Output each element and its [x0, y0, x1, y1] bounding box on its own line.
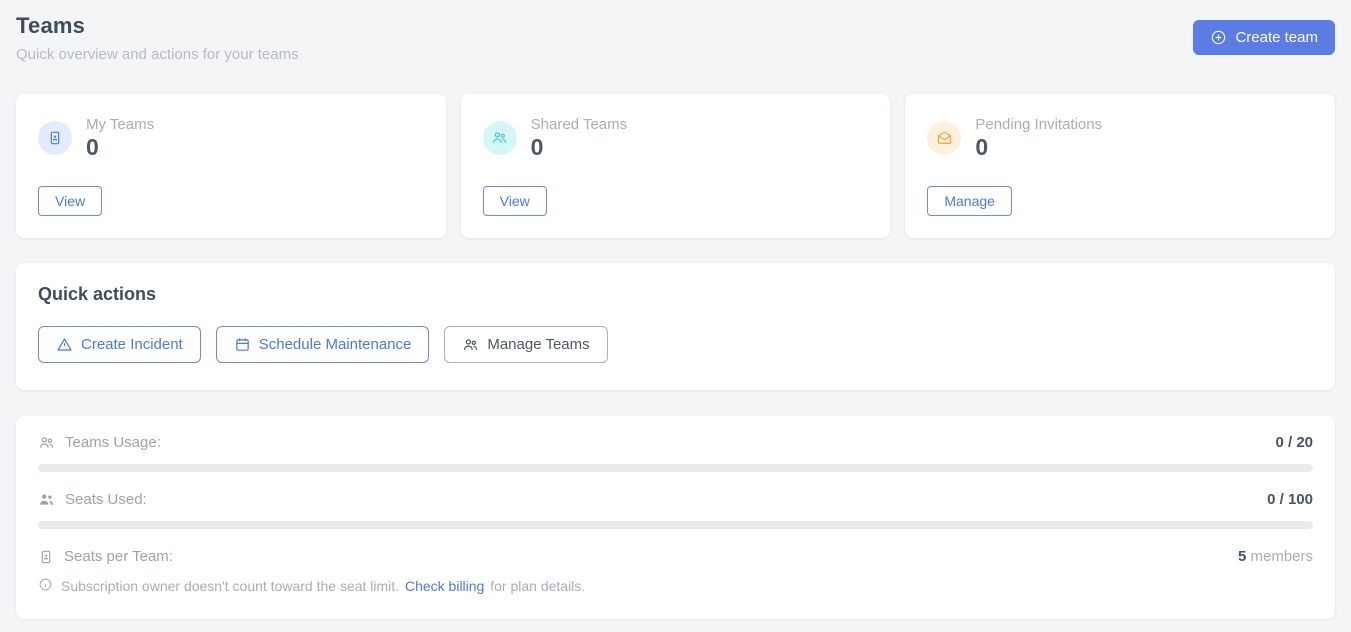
seats-used-label: Seats Used: — [65, 491, 147, 508]
id-badge-icon — [38, 121, 72, 155]
check-billing-link[interactable]: Check billing — [405, 578, 484, 594]
teams-usage-row: Teams Usage: 0 / 20 — [38, 434, 1313, 451]
pending-invitations-manage-button[interactable]: Manage — [927, 186, 1012, 216]
seat-limit-note: Subscription owner doesn't count toward … — [38, 577, 1313, 595]
info-circle-icon — [38, 577, 53, 595]
schedule-maintenance-label: Schedule Maintenance — [259, 336, 412, 353]
quick-actions-panel: Quick actions Create Incident — [16, 263, 1335, 390]
page-title: Teams — [16, 13, 299, 39]
create-incident-button[interactable]: Create Incident — [38, 326, 201, 363]
create-team-button[interactable]: Create team — [1193, 20, 1335, 55]
teams-usage-value: 0 / 20 — [1275, 434, 1313, 451]
shared-teams-view-button[interactable]: View — [483, 186, 547, 216]
stat-value: 0 — [975, 136, 1102, 159]
stat-card-shared-teams: Shared Teams 0 View — [461, 94, 891, 238]
quick-actions-title: Quick actions — [38, 284, 1313, 305]
usage-panel: Teams Usage: 0 / 20 Seats Used: 0 / 100 — [16, 416, 1335, 619]
stat-cards-row: My Teams 0 View Shared Teams — [16, 94, 1335, 238]
seats-used-progressbar — [38, 521, 1313, 529]
seats-per-team-value: 5 members — [1238, 548, 1313, 565]
calendar-icon — [234, 336, 251, 353]
teams-usage-label: Teams Usage: — [65, 434, 161, 451]
page-header: Teams Quick overview and actions for you… — [16, 13, 1335, 63]
create-team-label: Create team — [1235, 29, 1318, 46]
id-badge-icon — [38, 549, 54, 565]
stat-label: Pending Invitations — [975, 116, 1102, 133]
seats-per-team-row: Seats per Team: 5 members — [38, 548, 1313, 565]
manage-teams-button[interactable]: Manage Teams — [444, 326, 607, 363]
plus-circle-icon — [1210, 29, 1227, 46]
mail-envelope-icon — [927, 121, 961, 155]
users-icon — [483, 121, 517, 155]
my-teams-view-button[interactable]: View — [38, 186, 102, 216]
teams-usage-progressbar — [38, 464, 1313, 472]
quick-actions-buttons: Create Incident Schedule Maintenance — [38, 326, 1313, 363]
manage-teams-label: Manage Teams — [487, 336, 589, 353]
create-incident-label: Create Incident — [81, 336, 183, 353]
warning-triangle-icon — [56, 336, 73, 353]
users-icon — [462, 336, 479, 353]
teams-page: Teams Quick overview and actions for you… — [0, 0, 1351, 632]
page-subtitle: Quick overview and actions for your team… — [16, 46, 299, 63]
schedule-maintenance-button[interactable]: Schedule Maintenance — [216, 326, 430, 363]
stat-label: My Teams — [86, 116, 154, 133]
users-filled-icon — [38, 491, 55, 508]
stat-card-pending-invitations: Pending Invitations 0 Manage — [905, 94, 1335, 238]
stat-card-my-teams: My Teams 0 View — [16, 94, 446, 238]
seats-per-team-unit: members — [1250, 548, 1313, 565]
seats-used-value: 0 / 100 — [1267, 491, 1313, 508]
note-text-before: Subscription owner doesn't count toward … — [61, 578, 399, 594]
note-text-after: for plan details. — [490, 578, 585, 594]
users-outline-icon — [38, 434, 55, 451]
seats-per-team-label: Seats per Team: — [64, 548, 173, 565]
stat-value: 0 — [531, 136, 627, 159]
page-header-text: Teams Quick overview and actions for you… — [16, 13, 299, 63]
seats-used-row: Seats Used: 0 / 100 — [38, 491, 1313, 508]
stat-label: Shared Teams — [531, 116, 627, 133]
stat-value: 0 — [86, 136, 154, 159]
